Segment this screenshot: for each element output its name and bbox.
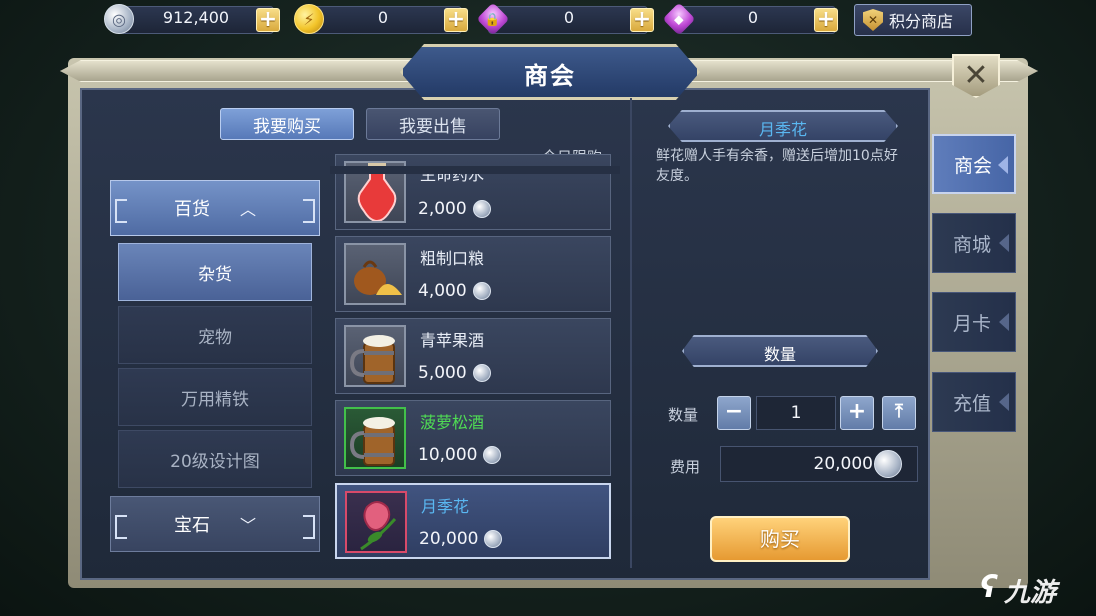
item-price: 20,000 — [419, 529, 503, 549]
tab-notch-icon — [998, 156, 1008, 174]
selected-item-name: 月季花 — [758, 120, 807, 139]
add-locked-gem-button[interactable]: + — [630, 8, 654, 32]
tab-notch-icon — [999, 393, 1009, 411]
item-price: 5,000 — [418, 363, 491, 383]
list-item[interactable]: 粗制口粮 4,000 — [335, 236, 611, 312]
quantity-input[interactable]: 1 — [756, 396, 836, 430]
subcategory-iron[interactable]: 万用精铁 — [118, 368, 312, 426]
side-tab-label: 充值 — [953, 392, 992, 415]
add-silver-button[interactable]: + — [256, 8, 280, 32]
tab-sell[interactable]: 我要出售 — [366, 108, 500, 140]
item-name: 青苹果酒 — [420, 331, 485, 350]
watermark-text: 九游 — [1004, 578, 1057, 608]
category-gem[interactable]: 宝石 ﹀ — [110, 496, 320, 552]
side-tab-monthly-card[interactable]: 月卡 — [932, 292, 1016, 352]
cost-label: 费用 — [670, 458, 701, 476]
silver-amount: 912,400 — [162, 8, 230, 27]
item-name: 粗制口粮 — [420, 249, 485, 268]
list-item[interactable]: 菠萝松酒 10,000 — [335, 400, 611, 476]
list-item-selected[interactable]: 月季花 20,000 — [335, 483, 611, 559]
price-value: 5,000 — [418, 363, 467, 383]
item-description: 鲜花赠人手有余香，赠送后增加10点好友度。 — [656, 148, 898, 184]
category-general-label: 百货 — [173, 199, 210, 220]
item-price: 4,000 — [418, 281, 491, 301]
rose-icon — [345, 491, 407, 553]
add-gem-button[interactable]: + — [814, 8, 838, 32]
side-tab-label: 月卡 — [953, 312, 992, 335]
locked-gem-amount: 0 — [563, 8, 575, 27]
price-value: 20,000 — [419, 529, 479, 549]
tab-notch-icon — [999, 313, 1009, 331]
list-clip-edge — [330, 166, 620, 174]
silver-coin-icon: ◎ — [104, 4, 134, 34]
subcategory-blueprints[interactable]: 20级设计图 — [118, 430, 312, 488]
points-shop-button[interactable]: ✕ 积分商店 — [854, 4, 972, 36]
subcategory-sundries[interactable]: 杂货 — [118, 243, 312, 301]
item-name: 菠萝松酒 — [420, 413, 485, 432]
price-value: 2,000 — [418, 199, 467, 219]
buy-button[interactable]: 购买 — [710, 516, 850, 562]
side-tab-label: 商城 — [953, 233, 992, 256]
decrease-quantity-button[interactable]: − — [717, 396, 751, 430]
add-gold-button[interactable]: + — [444, 8, 468, 32]
silver-coin-icon — [472, 282, 491, 300]
pineapple-wine-icon — [344, 407, 406, 469]
item-name: 月季花 — [421, 497, 470, 516]
tab-notch-icon — [999, 234, 1009, 252]
quantity-header: 数量 — [763, 345, 796, 364]
chevron-down-icon: ﹀ — [239, 516, 256, 535]
category-general[interactable]: 百货 ︿ — [110, 180, 320, 236]
silver-coin-icon — [472, 200, 491, 218]
tab-buy[interactable]: 我要购买 — [220, 108, 354, 140]
increase-quantity-button[interactable]: + — [840, 396, 874, 430]
max-quantity-button[interactable]: ⤒ — [882, 396, 916, 430]
gold-amount: 0 — [377, 8, 389, 27]
price-value: 10,000 — [418, 445, 478, 465]
silver-coin-icon — [874, 450, 902, 478]
side-tab-label: 商会 — [954, 154, 993, 177]
panel-divider — [630, 98, 632, 568]
side-tab-mall[interactable]: 商城 — [932, 213, 1016, 273]
item-price: 2,000 — [418, 199, 491, 219]
ration-bag-icon — [344, 243, 406, 305]
frame-wing-left — [60, 60, 410, 82]
side-tab-guild-shop[interactable]: 商会 — [932, 134, 1016, 194]
silver-coin-icon — [484, 530, 503, 548]
cost-value: 20,000 — [813, 454, 873, 474]
window-title: 商会 — [524, 62, 576, 90]
price-value: 4,000 — [418, 281, 467, 301]
watermark-logo-icon: ʕ — [980, 570, 998, 605]
chevron-up-icon: ︿ — [239, 200, 256, 219]
silver-coin-icon — [472, 364, 491, 382]
silver-coin-icon — [483, 446, 502, 464]
category-gem-label: 宝石 — [173, 515, 210, 536]
quantity-label: 数量 — [668, 406, 699, 424]
gem-amount: 0 — [747, 8, 759, 27]
shield-icon: ✕ — [863, 9, 883, 31]
subcategory-pets[interactable]: 宠物 — [118, 306, 312, 364]
side-tab-recharge[interactable]: 充值 — [932, 372, 1016, 432]
item-price: 10,000 — [418, 445, 502, 465]
cider-mug-icon — [344, 325, 406, 387]
points-shop-label: 积分商店 — [889, 12, 954, 31]
gold-coin-icon: ⚡ — [294, 4, 324, 34]
list-item[interactable]: 青苹果酒 5,000 — [335, 318, 611, 394]
